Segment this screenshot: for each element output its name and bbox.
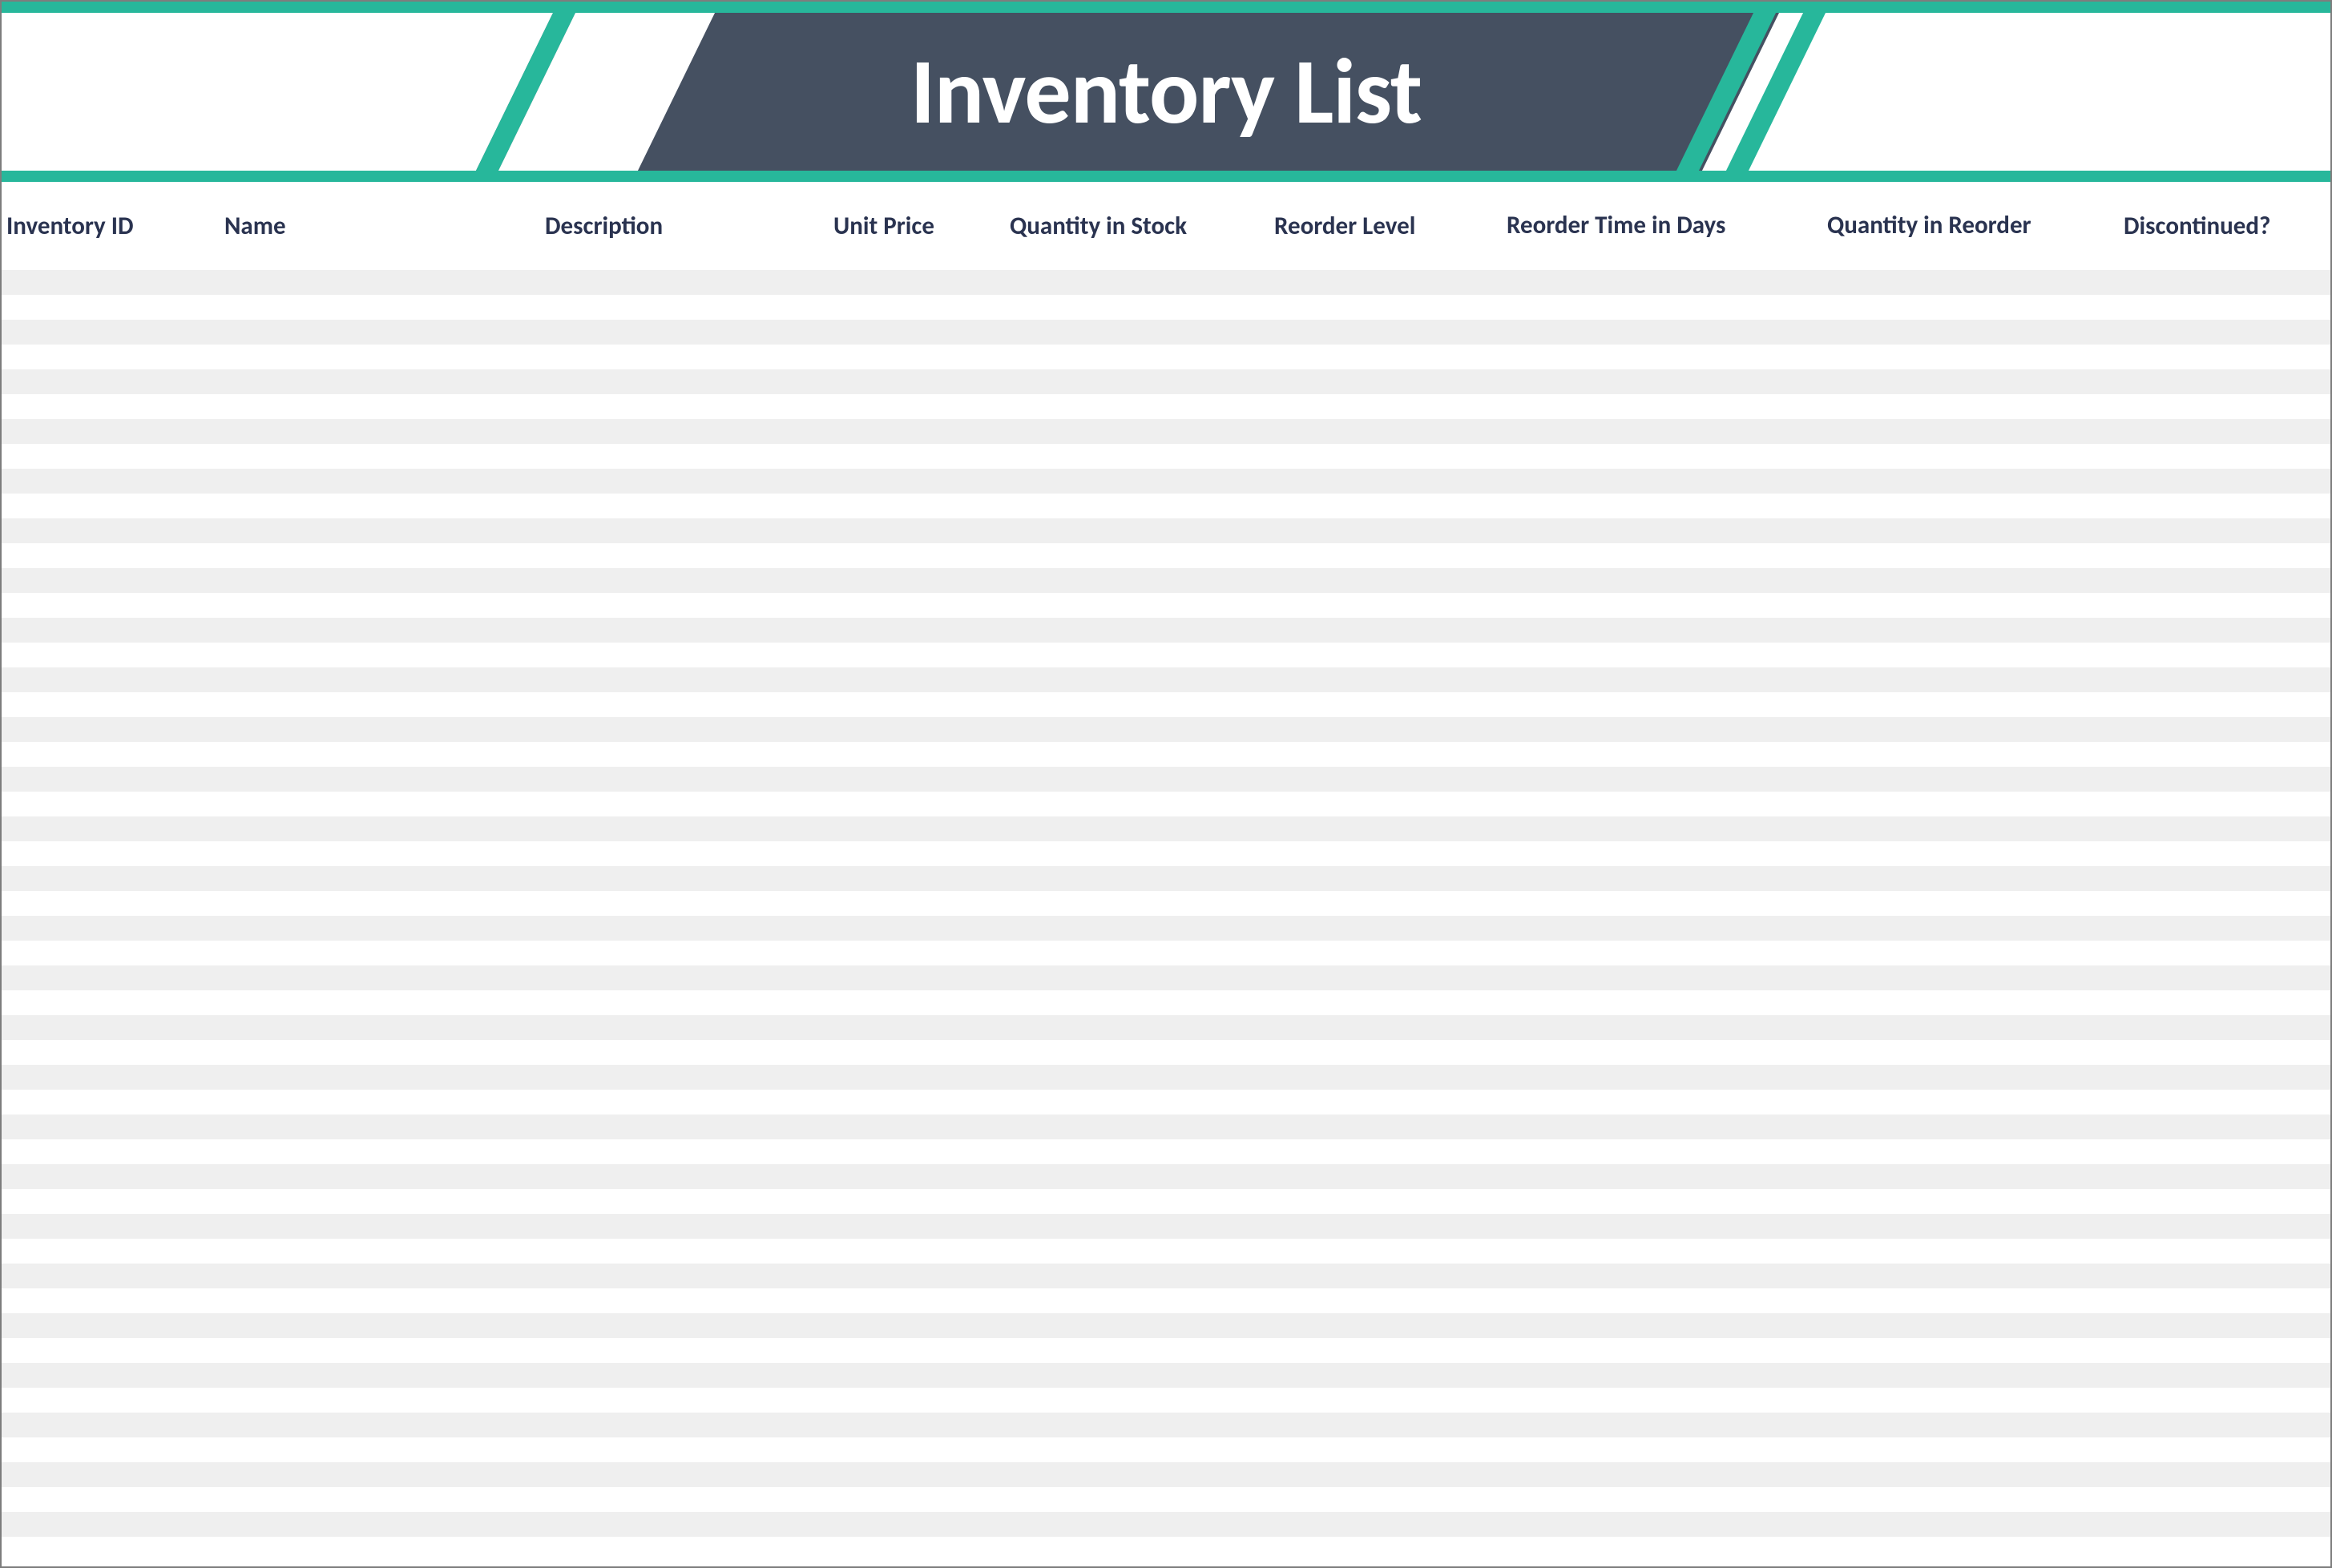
table-row — [2, 1363, 2330, 1388]
table-row — [2, 891, 2330, 916]
table-row — [2, 816, 2330, 841]
col-header-name: Name — [221, 211, 542, 241]
table-row — [2, 1040, 2330, 1065]
table-row — [2, 1264, 2330, 1288]
table-row — [2, 1239, 2330, 1264]
table-row — [2, 1214, 2330, 1239]
table-row — [2, 1512, 2330, 1537]
table-row — [2, 1139, 2330, 1164]
col-header-description: Description — [542, 211, 830, 241]
table-row — [2, 419, 2330, 444]
table-row — [2, 1090, 2330, 1115]
table-row — [2, 543, 2330, 568]
table-row — [2, 1537, 2330, 1562]
table-row — [2, 1388, 2330, 1413]
table-row — [2, 494, 2330, 518]
col-header-inventory-id: Inventory ID — [5, 211, 221, 241]
col-header-reorder-time: Reorder Time in Days — [1503, 212, 1824, 240]
table-row — [2, 692, 2330, 717]
table-row — [2, 1015, 2330, 1040]
table-row — [2, 667, 2330, 692]
table-row — [2, 1115, 2330, 1139]
table-row — [2, 369, 2330, 394]
table-row — [2, 518, 2330, 543]
table-row — [2, 270, 2330, 295]
table-row — [2, 345, 2330, 369]
table-row — [2, 941, 2330, 965]
table-row — [2, 1487, 2330, 1512]
col-header-discontinued: Discontinued? — [2120, 211, 2327, 241]
table-row — [2, 394, 2330, 419]
table-row — [2, 1338, 2330, 1363]
table-row — [2, 568, 2330, 593]
table-row — [2, 469, 2330, 494]
table-row — [2, 295, 2330, 320]
banner-bottom-accent — [2, 171, 2330, 182]
table-row — [2, 618, 2330, 643]
table-row — [2, 593, 2330, 618]
table-row — [2, 717, 2330, 742]
page-banner: Inventory List — [2, 2, 2330, 182]
table-row — [2, 1413, 2330, 1437]
table-row — [2, 1313, 2330, 1338]
table-row — [2, 320, 2330, 345]
table-row — [2, 643, 2330, 667]
page-title: Inventory List — [2, 13, 2330, 171]
banner-main: Inventory List — [2, 13, 2330, 171]
table-body — [2, 270, 2330, 1562]
col-header-reorder-level: Reorder Level — [1271, 211, 1503, 241]
table-row — [2, 1065, 2330, 1090]
table-row — [2, 1462, 2330, 1487]
col-header-qty-in-reorder: Quantity in Reorder — [1824, 212, 2120, 240]
table-row — [2, 1164, 2330, 1189]
table-row — [2, 990, 2330, 1015]
table-row — [2, 444, 2330, 469]
table-row — [2, 792, 2330, 816]
table-row — [2, 767, 2330, 792]
table-row — [2, 1189, 2330, 1214]
table-row — [2, 866, 2330, 891]
table-row — [2, 841, 2330, 866]
col-header-qty-in-stock: Quantity in Stock — [1007, 211, 1271, 241]
col-header-unit-price: Unit Price — [830, 211, 1007, 241]
table-row — [2, 916, 2330, 941]
table-row — [2, 965, 2330, 990]
table-row — [2, 1437, 2330, 1462]
table-header-row: Inventory ID Name Description Unit Price… — [2, 182, 2330, 270]
table-row — [2, 742, 2330, 767]
banner-top-accent — [2, 2, 2330, 13]
table-row — [2, 1288, 2330, 1313]
